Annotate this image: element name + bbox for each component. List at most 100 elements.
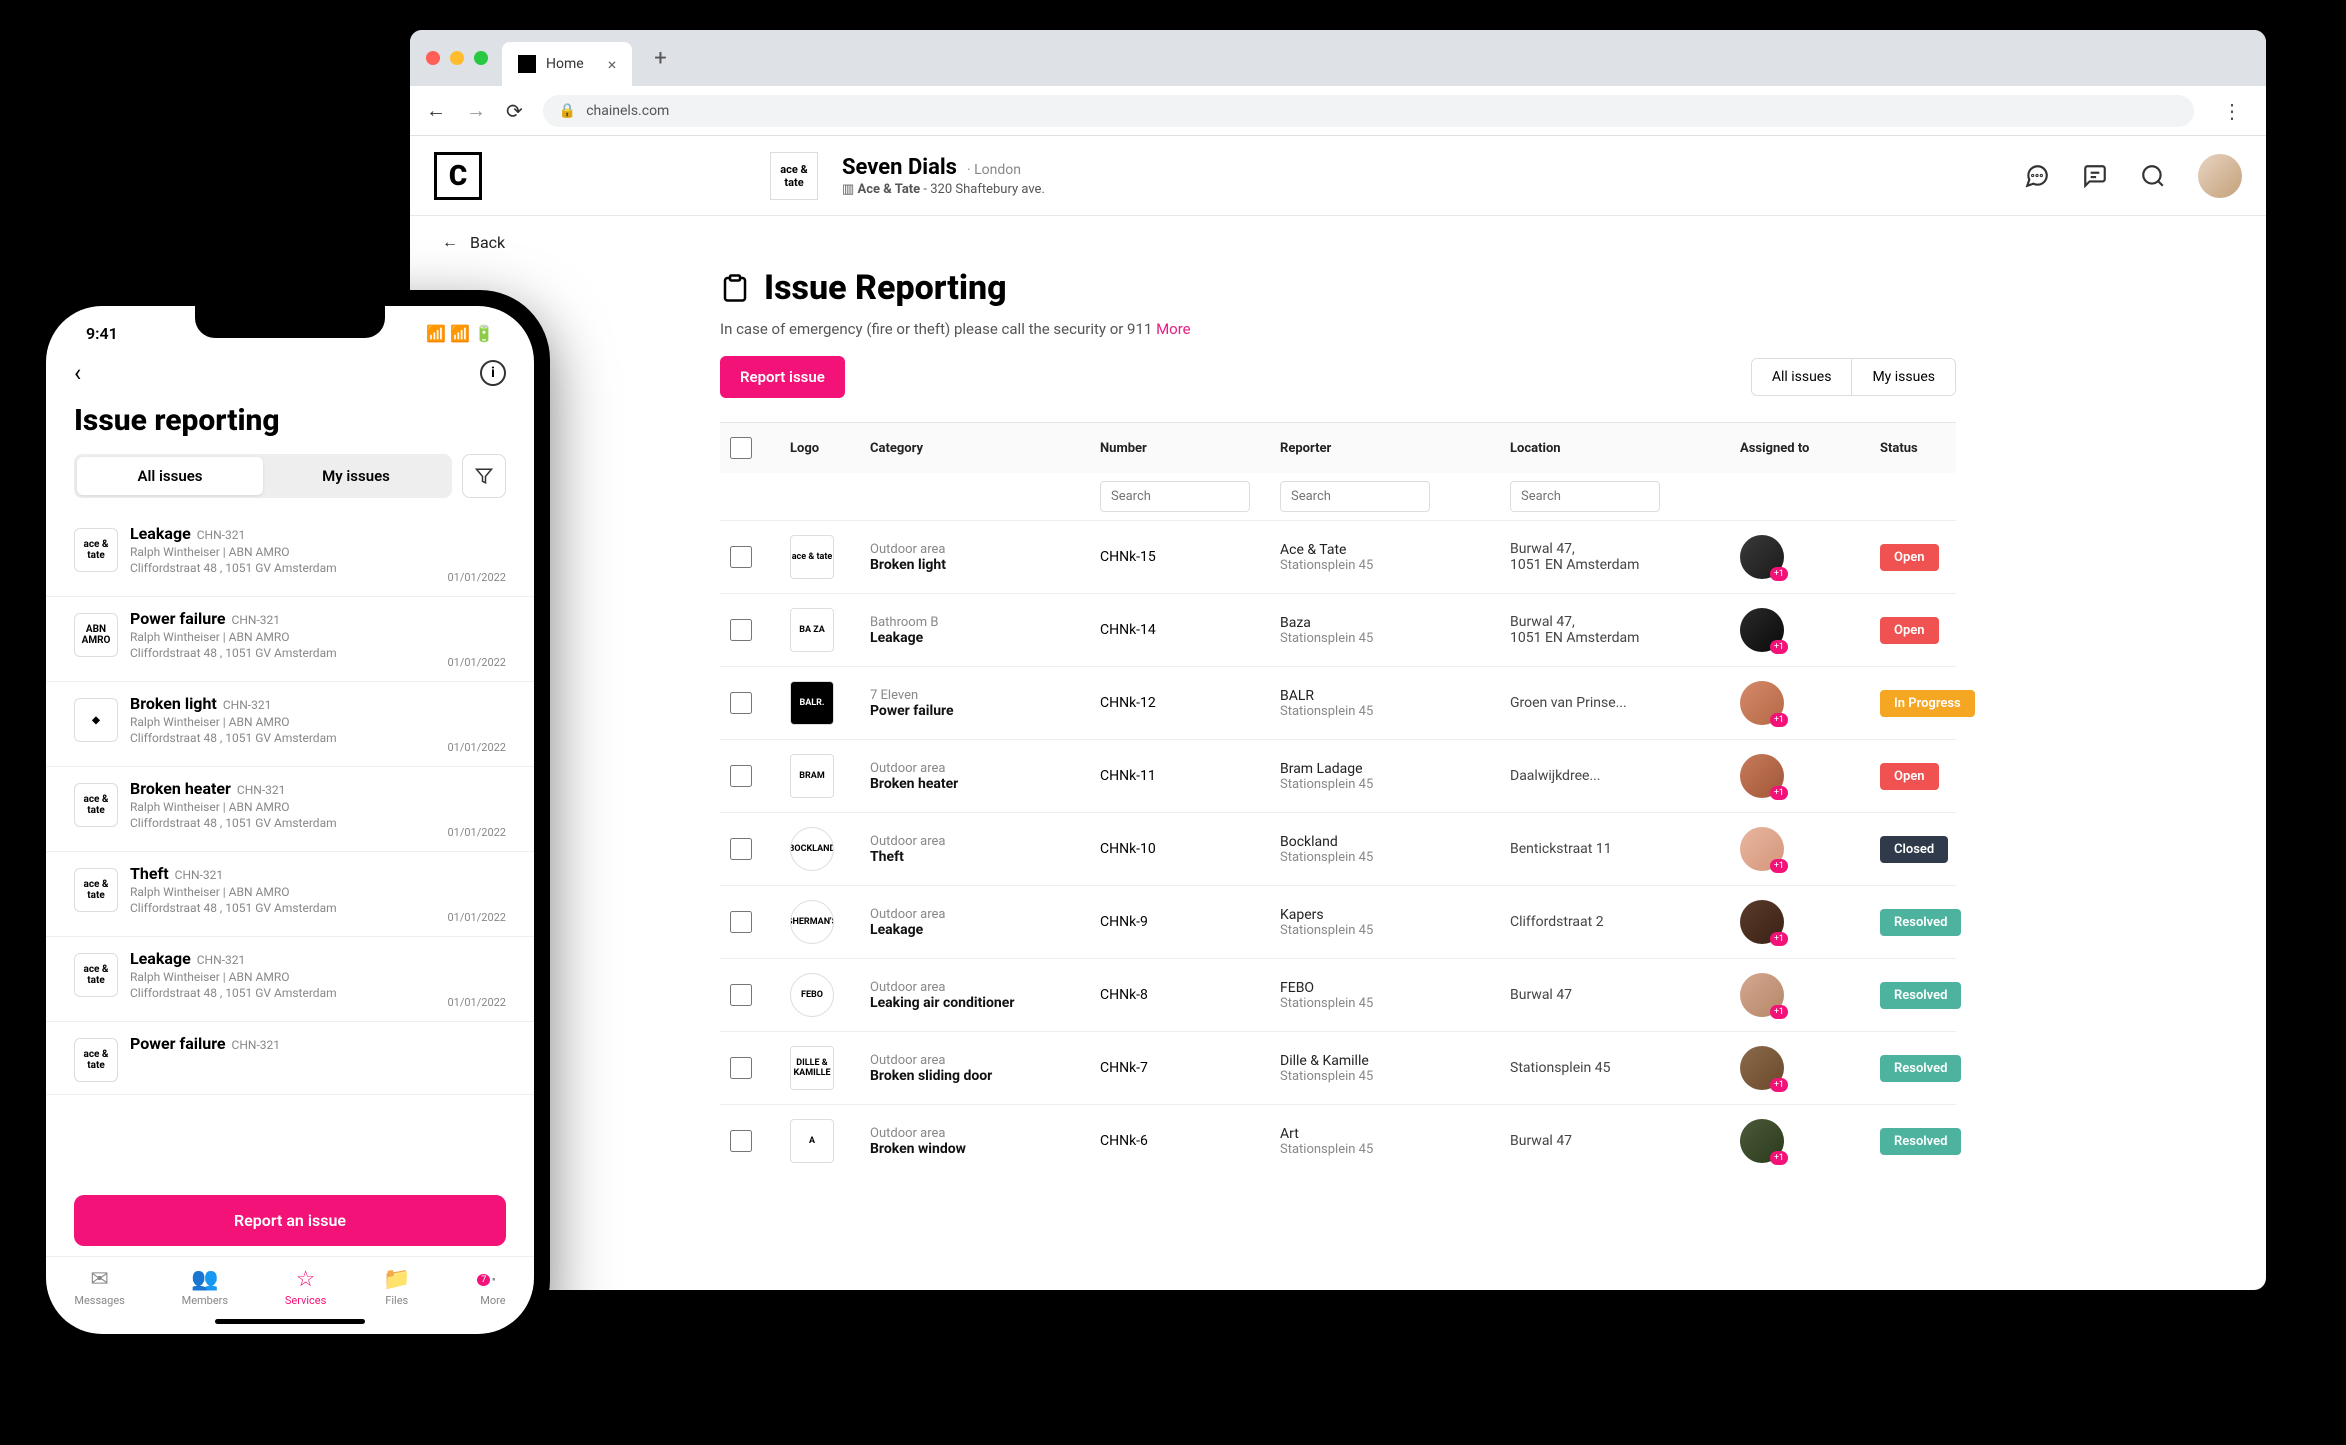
- company-logo: ace & tate: [74, 953, 118, 997]
- assignee-avatar[interactable]: [1740, 973, 1784, 1017]
- row-checkbox[interactable]: [730, 1057, 752, 1079]
- search-icon[interactable]: [2140, 163, 2166, 189]
- assignee-avatar[interactable]: [1740, 827, 1784, 871]
- row-checkbox[interactable]: [730, 765, 752, 787]
- tabbar-messages[interactable]: ✉Messages: [74, 1267, 124, 1307]
- assignee-avatar[interactable]: [1740, 681, 1784, 725]
- filter-icon[interactable]: [462, 454, 506, 498]
- forward-arrow-icon[interactable]: →: [466, 98, 486, 123]
- list-item[interactable]: ace & tate LeakageCHN-321Ralph Wintheiser…: [46, 937, 534, 1022]
- status-badge: Resolved: [429, 949, 506, 976]
- select-all-checkbox[interactable]: [730, 437, 752, 459]
- more-link[interactable]: More: [1156, 320, 1191, 338]
- list-item[interactable]: ◆Broken lightCHN-321Ralph Wintheiser | A…: [46, 682, 534, 767]
- search-number-input[interactable]: [1100, 481, 1250, 512]
- report-issue-button[interactable]: Report issue: [720, 356, 845, 398]
- item-body: LeakageCHN-321Ralph Wintheiser | ABN AMR…: [130, 949, 417, 1000]
- tab-my-issues[interactable]: My issues: [1851, 359, 1955, 395]
- table-row[interactable]: SHERMAN'SOutdoor areaLeakageCHNk-9Kapers…: [720, 885, 1956, 958]
- list-item[interactable]: ace & tateLeakageCHN-321Ralph Wintheiser…: [46, 512, 534, 597]
- url-bar[interactable]: 🔒 chainels.com: [543, 95, 2194, 127]
- chat-icon[interactable]: [2024, 163, 2050, 189]
- tabbar-services[interactable]: ☆Services: [285, 1267, 326, 1307]
- close-window-icon[interactable]: [426, 51, 440, 65]
- phone-mockup: 9:41 📶 📶 🔋 ‹ i Issue reporting All issue…: [30, 290, 550, 1350]
- browser-menu-icon[interactable]: ⋮: [2214, 99, 2250, 123]
- row-checkbox[interactable]: [730, 984, 752, 1006]
- assignee-avatar[interactable]: [1740, 1046, 1784, 1090]
- table-row[interactable]: FEBOOutdoor areaLeaking air conditionerC…: [720, 958, 1956, 1031]
- company-logo: ◆: [74, 698, 118, 742]
- number-cell: CHNk-6: [1100, 1133, 1270, 1149]
- list-item[interactable]: ace & tateTheftCHN-321Ralph Wintheiser |…: [46, 852, 534, 937]
- row-checkbox[interactable]: [730, 1130, 752, 1152]
- table-row[interactable]: BALR.7 ElevenPower failureCHNk-12BALRSta…: [720, 666, 1956, 739]
- assignee-avatar[interactable]: [1740, 900, 1784, 944]
- item-right: Closed01/01/2022: [442, 864, 506, 924]
- browser-tab[interactable]: Home ×: [502, 42, 632, 86]
- location-cell: Daalwijkdree...: [1510, 768, 1730, 784]
- back-link[interactable]: ← Back: [410, 216, 2266, 268]
- info-icon[interactable]: i: [480, 360, 506, 386]
- row-checkbox[interactable]: [730, 619, 752, 641]
- assignee-avatar[interactable]: [1740, 608, 1784, 652]
- phone-tab-my[interactable]: My issues: [263, 457, 449, 495]
- assignee-avatar[interactable]: [1740, 1119, 1784, 1163]
- company-logo: A: [790, 1119, 834, 1163]
- row-checkbox[interactable]: [730, 911, 752, 933]
- phone-report-button[interactable]: Report an issue: [74, 1195, 506, 1246]
- tab-all-issues[interactable]: All issues: [1752, 359, 1852, 395]
- list-item[interactable]: ace & tateBroken heaterCHN-321Ralph Wint…: [46, 767, 534, 852]
- search-location-input[interactable]: [1510, 481, 1660, 512]
- search-row: [720, 473, 1956, 520]
- status-badge: Open: [1880, 763, 1939, 790]
- category-cell: Outdoor areaBroken window: [870, 1126, 1090, 1157]
- category-cell: 7 ElevenPower failure: [870, 688, 1090, 719]
- location-cell: Burwal 47,1051 EN Amsterdam: [1510, 614, 1730, 646]
- category-cell: Bathroom BLeakage: [870, 615, 1090, 646]
- app-logo[interactable]: C: [434, 152, 482, 200]
- list-item[interactable]: ace & tatePower failureCHN-321Resolved: [46, 1022, 534, 1095]
- tabbar-members[interactable]: 👥Members: [182, 1267, 229, 1307]
- close-tab-icon[interactable]: ×: [608, 55, 617, 74]
- tabbar-files[interactable]: 📁Files: [383, 1267, 410, 1307]
- maximize-window-icon[interactable]: [474, 51, 488, 65]
- reporter-cell: KapersStationsplein 45: [1280, 907, 1500, 938]
- number-cell: CHNk-11: [1100, 768, 1270, 784]
- page-title: Issue Reporting: [764, 268, 1007, 308]
- table-row[interactable]: BRAMOutdoor areaBroken heaterCHNk-11Bram…: [720, 739, 1956, 812]
- category-cell: Outdoor areaTheft: [870, 834, 1090, 865]
- reload-icon[interactable]: ⟳: [506, 99, 523, 123]
- table-row[interactable]: BA ZABathroom BLeakageCHNk-14BazaStation…: [720, 593, 1956, 666]
- assignee-avatar[interactable]: [1740, 754, 1784, 798]
- status-cell: Open: [1880, 763, 2020, 790]
- assignee-avatar[interactable]: [1740, 535, 1784, 579]
- home-indicator[interactable]: [215, 1319, 365, 1324]
- reporter-cell: Dille & KamilleStationsplein 45: [1280, 1053, 1500, 1084]
- table-row[interactable]: BOCKLANDOutdoor areaTheftCHNk-10Bockland…: [720, 812, 1956, 885]
- row-checkbox[interactable]: [730, 838, 752, 860]
- table-row[interactable]: ace & tateOutdoor areaBroken lightCHNk-1…: [720, 520, 1956, 593]
- row-checkbox[interactable]: [730, 546, 752, 568]
- company-logo: ace & tate: [74, 783, 118, 827]
- reporter-cell: FEBOStationsplein 45: [1280, 980, 1500, 1011]
- table-row[interactable]: DILLE & KAMILLEOutdoor areaBroken slidin…: [720, 1031, 1956, 1104]
- phone-back-icon[interactable]: ‹: [74, 359, 81, 387]
- category-cell: Outdoor areaBroken sliding door: [870, 1053, 1090, 1084]
- user-avatar[interactable]: [2198, 154, 2242, 198]
- list-item[interactable]: ABN AMROPower failureCHN-321Ralph Winthe…: [46, 597, 534, 682]
- location-cell: Cliffordstraat 2: [1510, 914, 1730, 930]
- item-body: TheftCHN-321Ralph Wintheiser | ABN AMROC…: [130, 864, 430, 915]
- back-arrow-icon[interactable]: ←: [426, 98, 446, 123]
- new-tab-icon[interactable]: +: [654, 46, 666, 71]
- phone-tab-all[interactable]: All issues: [77, 457, 263, 495]
- comment-icon[interactable]: [2082, 163, 2108, 189]
- number-cell: CHNk-7: [1100, 1060, 1270, 1076]
- row-checkbox[interactable]: [730, 692, 752, 714]
- search-reporter-input[interactable]: [1280, 481, 1430, 512]
- issue-table: Logo Category Number Reporter Location A…: [720, 422, 1956, 1177]
- item-body: Power failureCHN-321Ralph Wintheiser | A…: [130, 609, 435, 660]
- table-row[interactable]: AOutdoor areaBroken windowCHNk-6ArtStati…: [720, 1104, 1956, 1177]
- minimize-window-icon[interactable]: [450, 51, 464, 65]
- tabbar-more[interactable]: ⋯7More: [467, 1267, 505, 1307]
